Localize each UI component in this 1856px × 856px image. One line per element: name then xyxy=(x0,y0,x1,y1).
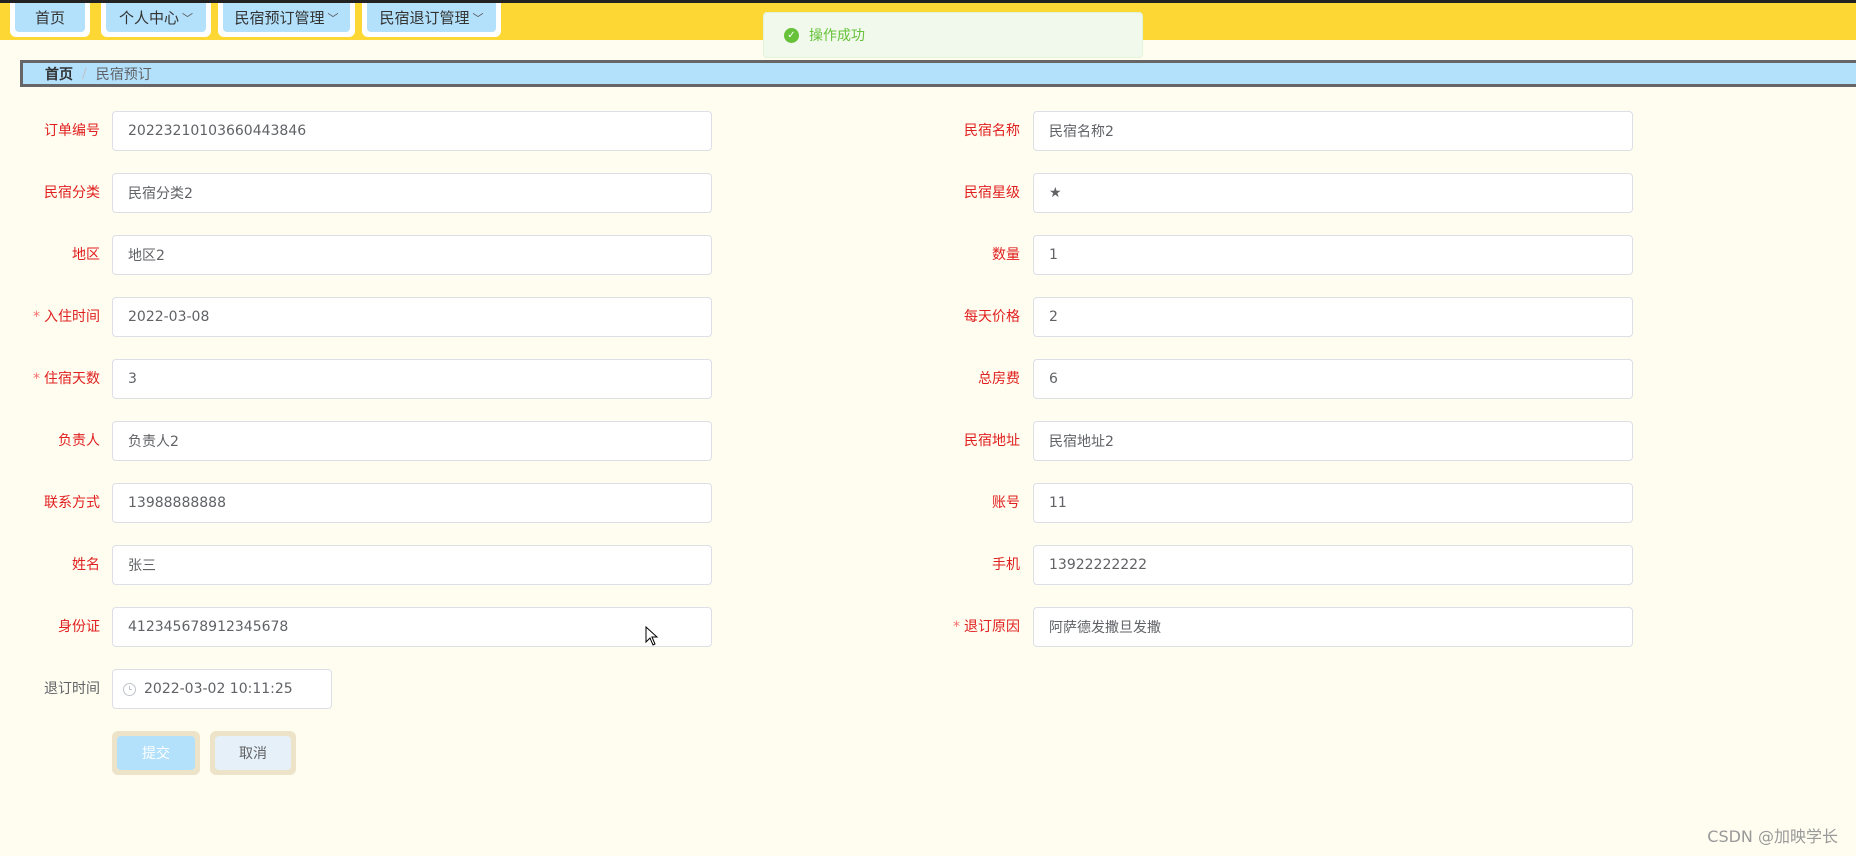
success-toast: ✓ 操作成功 xyxy=(763,12,1143,58)
nav-item-label: 个人中心 xyxy=(118,9,179,27)
manager-label: 负责人 xyxy=(58,433,100,449)
contact-label: 联系方式 xyxy=(44,495,100,511)
account-label: 账号 xyxy=(992,495,1020,511)
account-input[interactable]: 11 xyxy=(1033,483,1633,523)
stay-days-input[interactable]: 3 xyxy=(112,359,712,399)
mouse-cursor-icon xyxy=(645,626,659,646)
quantity-label: 数量 xyxy=(992,247,1020,263)
watermark: CSDN @加映学长 xyxy=(1707,827,1838,846)
cancel-button[interactable]: 取消 xyxy=(215,736,291,770)
contact-input[interactable]: 13988888888 xyxy=(112,483,712,523)
cancel-time-label: 退订时间 xyxy=(44,681,100,697)
star-level-input[interactable]: ★ xyxy=(1033,173,1633,213)
chevron-down-icon: ﹀ xyxy=(182,11,193,25)
address-label: 民宿地址 xyxy=(964,433,1020,449)
region-input[interactable]: 地区2 xyxy=(112,235,712,275)
nav-item-personal-center[interactable]: 个人中心 ﹀ xyxy=(101,3,211,37)
nav-item-home[interactable]: 首页 xyxy=(10,3,90,37)
cancel-time-picker[interactable]: 2022-03-02 10:11:25 xyxy=(112,669,332,709)
required-mark: * xyxy=(953,619,960,635)
submit-button-wrapper: 提交 xyxy=(112,731,200,775)
nav-item-cancellation-management[interactable]: 民宿退订管理 ﹀ xyxy=(362,3,501,37)
chevron-down-icon: ﹀ xyxy=(327,11,339,25)
cancel-button-wrapper: 取消 xyxy=(210,731,296,775)
total-fee-label: 总房费 xyxy=(978,371,1020,387)
region-label: 地区 xyxy=(72,247,100,263)
phone-input[interactable]: 13922222222 xyxy=(1033,545,1633,585)
quantity-input[interactable]: 1 xyxy=(1033,235,1633,275)
category-label: 民宿分类 xyxy=(44,185,100,201)
submit-button[interactable]: 提交 xyxy=(117,736,195,770)
breadcrumb-home[interactable]: 首页 xyxy=(45,64,73,84)
breadcrumb-current: 民宿预订 xyxy=(95,66,152,83)
breadcrumb-separator: / xyxy=(82,65,87,82)
order-no-input[interactable]: 20223210103660443846 xyxy=(112,111,712,151)
nav-item-label: 首页 xyxy=(34,9,65,27)
id-card-input[interactable]: 412345678912345678 xyxy=(112,607,712,647)
manager-input[interactable]: 负责人2 xyxy=(112,421,712,461)
checkin-date-input[interactable]: 2022-03-08 xyxy=(112,297,712,337)
name-label: 姓名 xyxy=(72,557,100,573)
checkin-date-label: * 入住时间 xyxy=(33,309,100,325)
nav-item-label: 民宿退订管理 xyxy=(379,9,470,27)
total-fee-input[interactable]: 6 xyxy=(1033,359,1633,399)
address-input[interactable]: 民宿地址2 xyxy=(1033,421,1633,461)
daily-price-input[interactable]: 2 xyxy=(1033,297,1633,337)
cancel-time-value: 2022-03-02 10:11:25 xyxy=(144,681,293,697)
cancel-reason-label: * 退订原因 xyxy=(953,619,1020,635)
daily-price-label: 每天价格 xyxy=(964,309,1020,325)
category-input[interactable]: 民宿分类2 xyxy=(112,173,712,213)
homestay-name-label: 民宿名称 xyxy=(964,123,1020,139)
clock-icon xyxy=(123,682,136,696)
id-card-label: 身份证 xyxy=(58,619,100,635)
phone-label: 手机 xyxy=(992,557,1020,573)
nav-item-booking-management[interactable]: 民宿预订管理 ﹀ xyxy=(218,3,355,37)
breadcrumb: 首页 / 民宿预订 xyxy=(20,60,1856,87)
chevron-down-icon: ﹀ xyxy=(472,11,484,25)
order-no-label: 订单编号 xyxy=(44,123,100,139)
name-input[interactable]: 张三 xyxy=(112,545,712,585)
required-mark: * xyxy=(33,371,40,387)
success-check-icon: ✓ xyxy=(784,27,799,43)
homestay-name-input[interactable]: 民宿名称2 xyxy=(1033,111,1633,151)
cancel-reason-input[interactable]: 阿萨德发撒旦发撒 xyxy=(1033,607,1633,647)
star-level-label: 民宿星级 xyxy=(964,185,1020,201)
toast-message: 操作成功 xyxy=(809,28,865,44)
stay-days-label: * 住宿天数 xyxy=(33,371,100,387)
nav-item-label: 民宿预订管理 xyxy=(234,9,325,27)
required-mark: * xyxy=(33,309,40,325)
